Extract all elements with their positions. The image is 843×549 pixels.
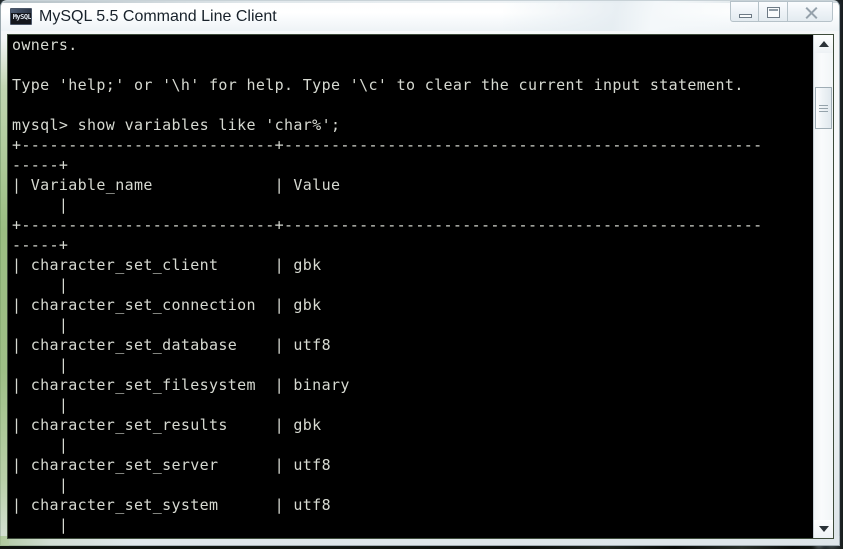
close-icon [804,6,818,20]
triangle-down-icon [819,526,829,532]
mysql-command-line-window: MySQL MySQL 5.5 Command Line Client owne… [0,0,840,546]
window-title: MySQL 5.5 Command Line Client [39,8,277,25]
icon-label: MySQL [12,13,32,21]
screen: MySQL MySQL 5.5 Command Line Client owne… [0,0,843,549]
minimize-button[interactable] [730,1,759,22]
scroll-up-arrow-icon[interactable] [814,35,833,53]
thumb-grip-line [819,111,828,112]
thumb-grip-line [819,108,828,109]
minimize-icon [739,14,752,18]
title-bar[interactable]: MySQL MySQL 5.5 Command Line Client [1,1,839,31]
mysql-console-icon[interactable]: MySQL [10,8,32,25]
console-output[interactable]: owners. Type 'help;' or '\h' for help. T… [8,35,813,538]
console-client-area: owners. Type 'help;' or '\h' for help. T… [7,34,834,539]
scroll-down-arrow-icon[interactable] [814,520,833,538]
scrollbar-track[interactable] [814,53,833,520]
title-bar-sheen [503,1,753,31]
scrollbar-thumb[interactable] [815,87,832,129]
close-button[interactable] [788,1,833,22]
thumb-grip-line [819,105,828,106]
console-text: owners. Type 'help;' or '\h' for help. T… [12,36,763,534]
window-controls [730,1,833,22]
maximize-icon [767,7,780,18]
triangle-up-icon [819,41,829,47]
maximize-button[interactable] [759,1,788,22]
vertical-scrollbar[interactable] [813,35,833,538]
